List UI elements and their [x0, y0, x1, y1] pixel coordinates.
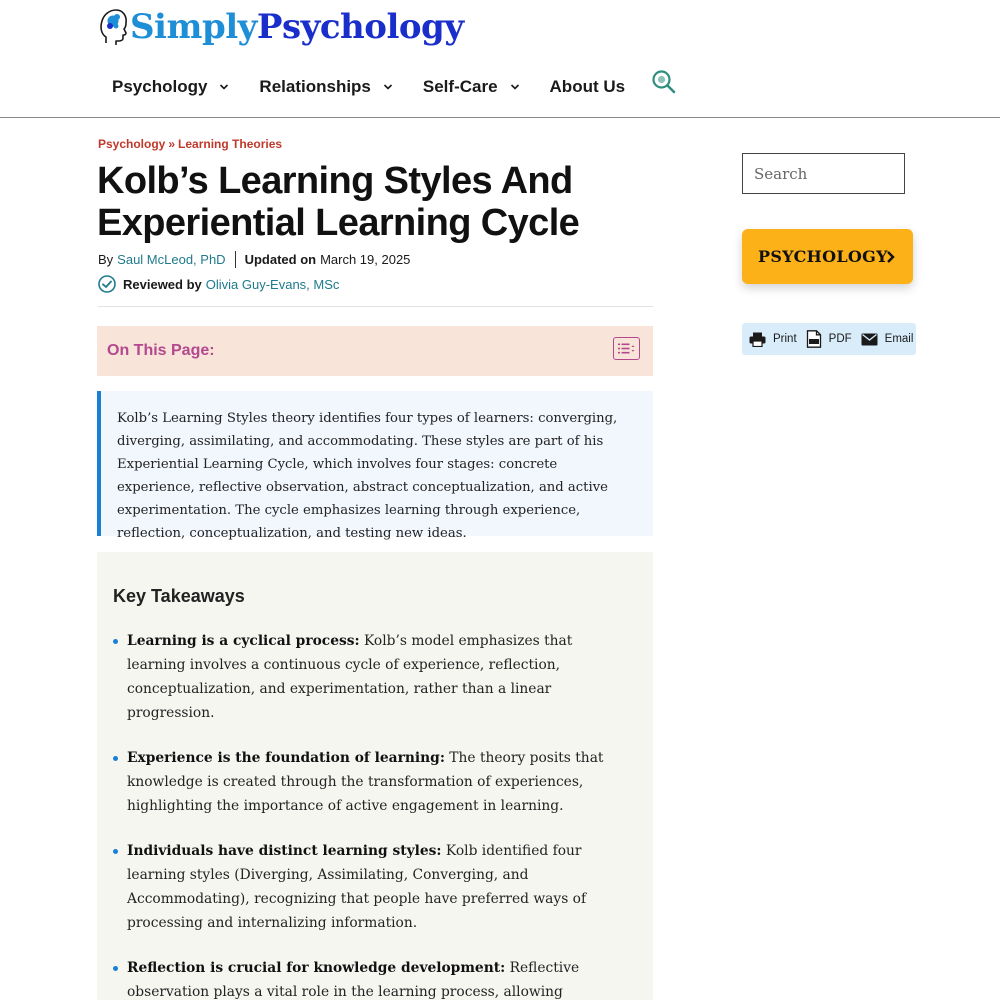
nav-item-relationships[interactable]: Relationships: [259, 72, 392, 102]
logo-psychology: Psychology: [256, 7, 464, 47]
page-title: Kolb’s Learning Styles And Experiential …: [97, 160, 580, 244]
nav-item-label: Psychology: [112, 77, 208, 96]
print-label: Print: [773, 333, 797, 345]
toc-title: On This Page:: [107, 342, 215, 359]
chevron-down-icon: [220, 84, 229, 90]
byline-divider: [234, 251, 236, 268]
check-circle-icon: [98, 275, 116, 293]
email-button[interactable]: Email: [861, 333, 914, 346]
key-takeaways-heading: Key Takeaways: [113, 586, 245, 606]
summary-text: Kolb’s Learning Styles theory identifies…: [117, 411, 618, 541]
takeaway-lead: Learning is a cyclical process:: [127, 633, 360, 649]
breadcrumb-link-psychology[interactable]: Psychology: [98, 137, 165, 151]
breadcrumb-separator: »: [168, 137, 176, 151]
takeaway-lead: Reflection is crucial for knowledge deve…: [127, 960, 506, 976]
updated-date: March 19, 2025: [320, 252, 411, 267]
nav-item-label: Self-Care: [422, 77, 498, 96]
printer-icon: [749, 332, 766, 347]
envelope-icon: [861, 333, 878, 345]
header-divider: [98, 306, 653, 307]
nav-item-about-us[interactable]: About Us: [550, 72, 626, 102]
logo-simply: Simply: [130, 7, 257, 47]
site-logo[interactable]: SimplyPsychology: [98, 6, 464, 48]
key-takeaways: Key Takeaways Learning is a cyclical pro…: [97, 552, 653, 1000]
pdf-label: PDF: [828, 333, 852, 345]
email-label: Email: [884, 333, 914, 345]
print-pdf-email-bar: Print PDF Email: [742, 323, 916, 355]
chevron-right-icon: [887, 251, 895, 263]
list-toggle-icon: [618, 343, 635, 354]
reviewed-label: Reviewed by: [123, 276, 202, 292]
site-header: SimplyPsychology Psychology Relationship…: [0, 0, 1000, 118]
breadcrumb: Psychology» Learning Theories: [98, 137, 282, 151]
summary-box: Kolb’s Learning Styles theory identifies…: [97, 391, 653, 541]
nav-item-label: Relationships: [259, 77, 371, 96]
site-logo-text: SimplyPsychology: [130, 6, 464, 48]
reviewer-link[interactable]: Olivia Guy-Evans, MSc: [206, 277, 340, 292]
print-button[interactable]: Print: [749, 332, 797, 347]
takeaway-lead: Individuals have distinct learning style…: [127, 843, 442, 859]
nav-item-psychology[interactable]: Psychology: [112, 72, 229, 102]
list-item: Learning is a cyclical process: Kolb’s m…: [113, 629, 633, 725]
chevron-down-icon: [383, 84, 392, 90]
sidebar-search-input[interactable]: [742, 153, 905, 194]
search-icon[interactable]: [651, 69, 677, 95]
psychology-category-button[interactable]: PSYCHOLOGY: [742, 229, 913, 284]
by-label: By: [98, 252, 114, 267]
list-item: Experience is the foundation of learning…: [113, 746, 633, 818]
pdf-button[interactable]: PDF: [806, 330, 852, 348]
list-item: Individuals have distinct learning style…: [113, 839, 633, 935]
nav-item-label: About Us: [549, 77, 626, 96]
takeaway-lead: Experience is the foundation of learning…: [127, 750, 445, 766]
table-of-contents[interactable]: On This Page:: [97, 326, 653, 376]
chevron-down-icon: [510, 84, 519, 90]
author-link[interactable]: Saul McLeod, PhD: [117, 252, 225, 267]
updated-label: Updated on: [244, 252, 317, 267]
pdf-file-icon: [806, 330, 821, 348]
nav-item-self-care[interactable]: Self-Care: [423, 72, 520, 102]
psychology-category-label: PSYCHOLOGY: [758, 247, 888, 266]
reviewed-by: Reviewed by Olivia Guy-Evans, MSc: [98, 275, 339, 293]
key-takeaways-list: Learning is a cyclical process: Kolb’s m…: [113, 629, 633, 1000]
toc-toggle-button[interactable]: [613, 337, 640, 360]
list-item: Reflection is crucial for knowledge deve…: [113, 956, 633, 1000]
breadcrumb-link-learning-theories[interactable]: Learning Theories: [178, 137, 282, 151]
byline: By Saul McLeod, PhD Updated on March 19,…: [98, 251, 410, 268]
main-nav: Psychology Relationships Self-Care About…: [112, 69, 677, 102]
brain-head-icon: [100, 9, 127, 45]
